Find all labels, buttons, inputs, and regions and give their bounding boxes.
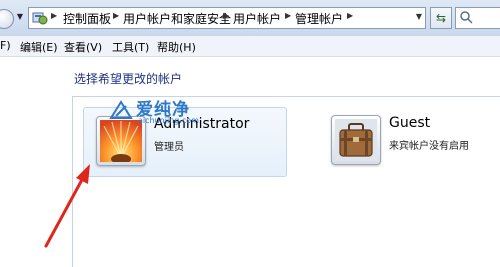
address-field[interactable]: ▶ 控制面板 ▶ 用户帐户和家庭安全 ▶ 用户帐户 ▶ 管理帐户 ▶ (28, 7, 426, 29)
account-guest[interactable]: Guest 来宾帐户没有启用 (319, 107, 500, 175)
breadcrumb-separator-icon[interactable]: ▶ (113, 11, 119, 20)
refresh-icon: ⇆ (435, 11, 447, 25)
menu-help[interactable]: 帮助(H) (157, 39, 196, 55)
watermark-url: aichunjing.com (138, 116, 199, 125)
menu-bar: F) 编辑(E) 查看(V) 工具(T) 帮助(H) (0, 36, 500, 57)
breadcrumb-manage-accounts[interactable]: 管理帐户 (295, 10, 343, 27)
main-content: 选择希望更改的帐户 Administrator 管理员 Guest 来宾帐户没有… (0, 57, 500, 267)
menu-edit[interactable]: 编辑(E) (20, 39, 58, 55)
recent-pages-dropdown-icon[interactable]: ▼ (15, 10, 25, 24)
breadcrumb-separator-icon[interactable]: ▶ (347, 11, 353, 20)
watermark: 爱纯净 aichunjing.com (108, 96, 218, 130)
page-title: 选择希望更改的帐户 (74, 72, 183, 86)
refresh-button[interactable]: ⇆ (430, 7, 452, 29)
breadcrumb-separator-icon[interactable]: ▶ (285, 11, 291, 20)
menu-view[interactable]: 查看(V) (64, 39, 102, 55)
breadcrumb-separator-icon[interactable]: ▶ (51, 11, 57, 20)
forward-button[interactable] (0, 9, 14, 29)
search-input[interactable] (455, 7, 500, 29)
control-panel-icon (32, 12, 48, 25)
menu-file[interactable]: F) (0, 39, 11, 52)
address-dropdown-icon[interactable]: ▼ (413, 7, 425, 27)
account-type: 来宾帐户没有启用 (389, 141, 469, 152)
address-bar: ▼ ▶ 控制面板 ▶ 用户帐户和家庭安全 ▶ 用户帐户 ▶ 管理帐户 ▶ ▼ ⇆ (0, 0, 500, 37)
breadcrumb-user-accounts-family[interactable]: 用户帐户和家庭安全 (123, 10, 231, 27)
breadcrumb-control-panel[interactable]: 控制面板 (63, 10, 111, 27)
suitcase-avatar-icon (335, 119, 377, 161)
menu-tools[interactable]: 工具(T) (112, 39, 149, 55)
breadcrumb-separator-icon[interactable]: ▶ (223, 11, 229, 20)
breadcrumb-user-accounts[interactable]: 用户帐户 (233, 10, 281, 27)
account-name: Guest (389, 115, 431, 131)
avatar (331, 115, 381, 165)
watermark-logo-icon (109, 100, 133, 119)
account-type: 管理员 (154, 142, 184, 153)
search-icon (460, 11, 473, 24)
